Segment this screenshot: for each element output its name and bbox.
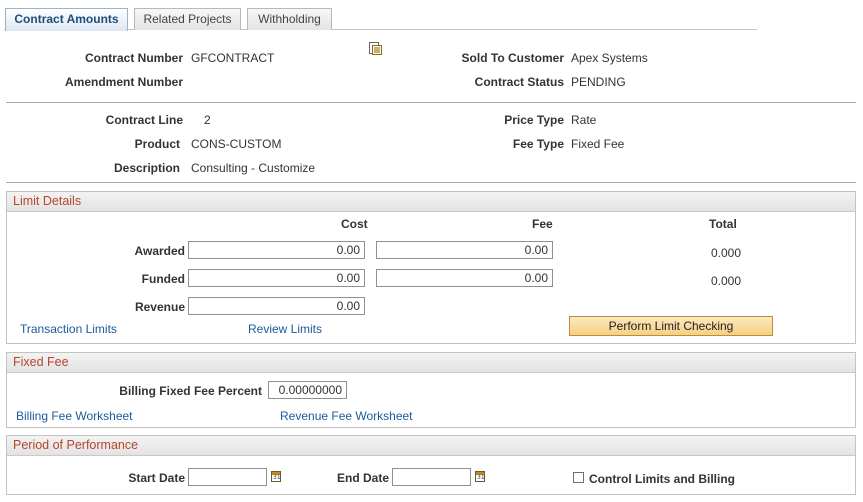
- control-limits-billing-label: Control Limits and Billing: [589, 472, 735, 486]
- revenue-label: Revenue: [134, 300, 185, 314]
- tab-contract-amounts[interactable]: Contract Amounts: [5, 8, 128, 31]
- amendment-number-label: Amendment Number: [64, 75, 183, 89]
- revenue-cost-input[interactable]: 0.00: [188, 297, 365, 315]
- limit-details-title: Limit Details: [7, 192, 855, 212]
- contract-number-label: Contract Number: [84, 51, 183, 65]
- total-column-header: Total: [709, 217, 737, 231]
- description-value: Consulting - Customize: [191, 161, 316, 175]
- contract-number-value: GFCONTRACT: [191, 51, 275, 65]
- awarded-fee-input[interactable]: 0.00: [376, 241, 553, 259]
- contract-line-label: Contract Line: [105, 113, 183, 127]
- funded-cost-input[interactable]: 0.00: [188, 269, 365, 287]
- document-detail-icon[interactable]: [368, 41, 383, 56]
- billing-fixed-fee-percent-label: Billing Fixed Fee Percent: [119, 384, 262, 398]
- billing-fixed-fee-percent-input[interactable]: 0.00000000: [268, 381, 347, 399]
- billing-fee-worksheet-link[interactable]: Billing Fee Worksheet: [16, 409, 133, 423]
- transaction-limits-link[interactable]: Transaction Limits: [20, 322, 117, 336]
- awarded-label: Awarded: [134, 244, 185, 258]
- tab-related-projects[interactable]: Related Projects: [134, 8, 241, 30]
- funded-label: Funded: [141, 272, 185, 286]
- divider: [6, 182, 856, 183]
- awarded-total-value: 0.000: [711, 246, 742, 260]
- end-date-calendar-icon[interactable]: [475, 471, 485, 482]
- period-of-performance-title: Period of Performance: [7, 436, 855, 456]
- product-label: Product: [134, 137, 180, 151]
- cost-column-header: Cost: [341, 217, 368, 231]
- sold-to-customer-label: Sold To Customer: [461, 51, 564, 65]
- fee-type-value: Fixed Fee: [571, 137, 625, 151]
- price-type-label: Price Type: [504, 113, 564, 127]
- start-date-calendar-icon[interactable]: [271, 471, 281, 482]
- fee-type-label: Fee Type: [512, 137, 564, 151]
- description-label: Description: [113, 161, 180, 175]
- contract-status-value: PENDING: [571, 75, 626, 89]
- control-limits-billing-checkbox[interactable]: [573, 472, 584, 483]
- end-date-label: End Date: [336, 471, 389, 485]
- start-date-input[interactable]: [188, 468, 267, 486]
- perform-limit-checking-button[interactable]: Perform Limit Checking: [569, 316, 773, 336]
- end-date-input[interactable]: [392, 468, 471, 486]
- price-type-value: Rate: [571, 113, 597, 127]
- divider: [6, 102, 856, 103]
- revenue-fee-worksheet-link[interactable]: Revenue Fee Worksheet: [280, 409, 413, 423]
- contract-status-label: Contract Status: [474, 75, 564, 89]
- review-limits-link[interactable]: Review Limits: [248, 322, 322, 336]
- start-date-label: Start Date: [128, 471, 185, 485]
- period-of-performance-group: Period of Performance: [6, 435, 856, 495]
- funded-fee-input[interactable]: 0.00: [376, 269, 553, 287]
- fixed-fee-title: Fixed Fee: [7, 353, 855, 373]
- product-value: CONS-CUSTOM: [191, 137, 282, 151]
- tab-withholding[interactable]: Withholding: [247, 8, 332, 30]
- sold-to-customer-value: Apex Systems: [571, 51, 648, 65]
- funded-total-value: 0.000: [711, 274, 742, 288]
- contract-line-value: 2: [204, 113, 211, 127]
- awarded-cost-input[interactable]: 0.00: [188, 241, 365, 259]
- fee-column-header: Fee: [532, 217, 553, 231]
